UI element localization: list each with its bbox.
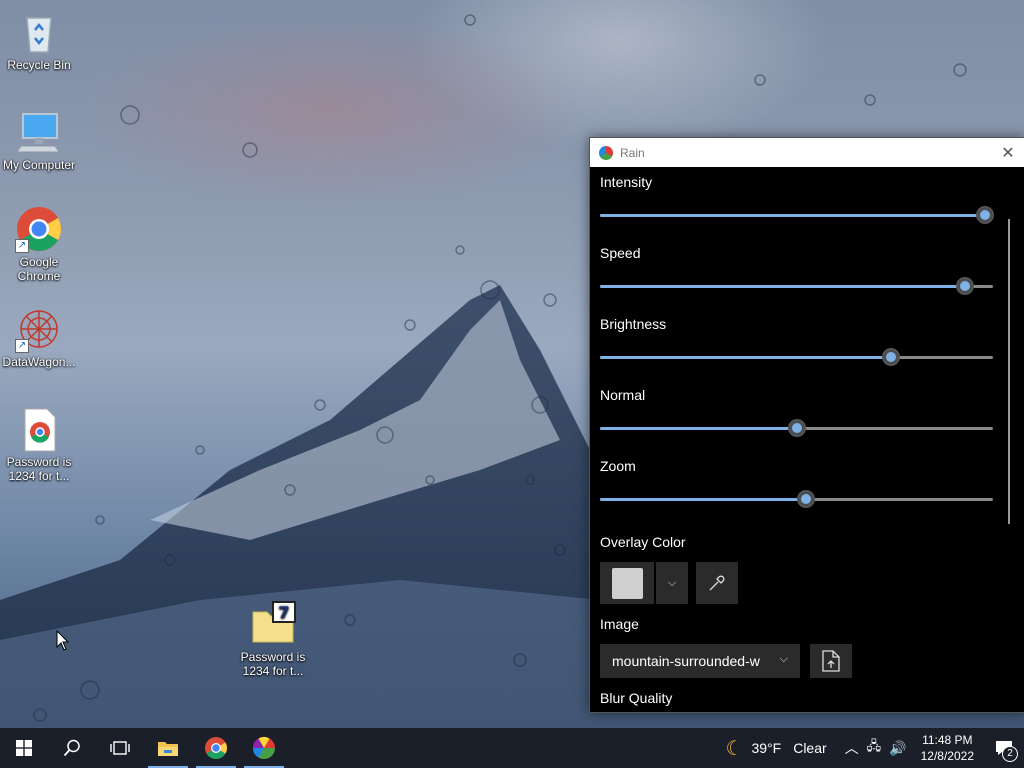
slider-label: Speed — [600, 245, 641, 261]
mouse-cursor-icon — [56, 630, 70, 651]
slider-fill — [600, 356, 891, 359]
slider-thumb[interactable] — [976, 206, 994, 224]
file-upload-icon — [822, 650, 840, 672]
desktop-icon-password-7z[interactable]: 7 Password is 1234 for t... — [235, 600, 311, 678]
image-select[interactable]: mountain-surrounded-w ⌵ — [600, 644, 800, 678]
image-select-value: mountain-surrounded-w — [612, 653, 760, 669]
clock-time: 11:48 PM — [922, 733, 973, 747]
desktop-icon-label: Recycle Bin — [7, 58, 71, 72]
recycle-bin-icon — [15, 8, 63, 56]
computer-icon — [15, 108, 63, 156]
clock-date: 12/8/2022 — [920, 749, 974, 763]
weather-widget[interactable]: ☾ 39°F Clear — [712, 736, 841, 761]
system-tray: ☾ 39°F Clear ︿ 🖧 🔊 11:48 PM 12/8/2022 2 — [712, 728, 1024, 768]
close-icon: ✕ — [1001, 144, 1015, 162]
window-titlebar[interactable]: Rain ✕ — [590, 138, 1024, 167]
intensity-slider[interactable] — [600, 194, 1024, 245]
notifications-button[interactable]: 2 — [984, 728, 1024, 768]
desktop-icon-google-chrome[interactable]: ↗ Google Chrome — [1, 205, 77, 283]
blur-quality-label: Blur Quality — [600, 690, 673, 706]
chevron-up-icon[interactable]: ︿ — [841, 738, 863, 758]
desktop-icon-label: My Computer — [2, 158, 76, 172]
chevron-down-icon: ⌵ — [779, 653, 788, 665]
chevron-down-icon: ⌵ — [667, 576, 677, 589]
slider-label: Brightness — [600, 316, 667, 332]
settings-panel: Intensity Speed Brightness Normal Zoom Overl… — [590, 167, 1024, 710]
slider-thumb[interactable] — [956, 277, 974, 295]
slider-fill — [600, 498, 806, 501]
desktop-icon-my-computer[interactable]: My Computer — [1, 108, 77, 172]
7zip-archive-icon: 7 — [249, 600, 297, 648]
start-icon — [16, 740, 32, 756]
overlay-color-dropdown-button[interactable]: ⌵ — [656, 562, 688, 604]
desktop-icon-label: Password is 1234 for t... — [240, 650, 306, 678]
slider-label: Zoom — [600, 458, 636, 474]
slider-label: Intensity — [600, 174, 653, 190]
slider-fill — [600, 285, 965, 288]
rain-app-icon — [253, 737, 275, 759]
clock[interactable]: 11:48 PM 12/8/2022 — [911, 732, 984, 764]
close-button[interactable]: ✕ — [992, 138, 1024, 167]
weather-temp: 39°F — [751, 740, 782, 756]
slider-fill — [600, 427, 797, 430]
volume-icon[interactable]: 🔊 — [885, 740, 910, 757]
rain-window: Rain ✕ Intensity Speed Brightness Normal Zoo… — [589, 137, 1024, 713]
desktop-icon-recycle-bin[interactable]: Recycle Bin — [1, 8, 77, 72]
chrome-html-file-icon — [15, 405, 63, 453]
network-icon[interactable]: 🖧 — [863, 737, 886, 759]
start-button[interactable] — [0, 728, 48, 768]
desktop-icon-label: Google Chrome — [17, 255, 61, 283]
desktop-icon-datawagon[interactable]: ↗ DataWagon... — [1, 305, 77, 369]
overlay-color-button[interactable] — [600, 562, 654, 604]
window-title: Rain — [620, 145, 645, 160]
overlay-color-swatch — [611, 567, 643, 599]
task-view-icon — [110, 741, 130, 755]
desktop-icon-label: DataWagon... — [2, 355, 76, 369]
slider-group-intensity: Intensity — [600, 174, 1024, 245]
speed-slider[interactable] — [600, 265, 1024, 316]
taskbar-chrome[interactable] — [192, 728, 240, 768]
notification-count-badge: 2 — [1002, 746, 1018, 762]
eyedropper-button[interactable] — [696, 562, 738, 604]
image-upload-button[interactable] — [810, 644, 852, 678]
slider-group-speed: Speed — [600, 245, 1024, 316]
svg-text:7: 7 — [278, 603, 289, 622]
search-icon — [63, 739, 80, 757]
image-label: Image — [600, 616, 639, 632]
slider-group-normal: Normal — [600, 387, 1024, 458]
zoom-slider[interactable] — [600, 478, 1024, 529]
task-view-button[interactable] — [96, 728, 144, 768]
slider-fill — [600, 214, 985, 217]
normal-slider[interactable] — [600, 407, 1024, 458]
overlay-color-label: Overlay Color — [600, 534, 686, 550]
weather-desc: Clear — [793, 740, 827, 756]
shortcut-arrow-icon: ↗ — [15, 239, 29, 253]
taskbar-rain-app[interactable] — [240, 728, 288, 768]
desktop-icon-password-html[interactable]: Password is 1234 for t... — [1, 405, 77, 483]
moon-icon: ☾ — [725, 737, 744, 760]
taskbar: ☾ 39°F Clear ︿ 🖧 🔊 11:48 PM 12/8/2022 2 — [0, 728, 1024, 768]
datawagon-icon: ↗ — [15, 305, 63, 353]
slider-label: Normal — [600, 387, 646, 403]
shortcut-arrow-icon: ↗ — [15, 339, 29, 353]
desktop-icon-label: Password is 1234 for t... — [6, 455, 72, 483]
slider-thumb[interactable] — [882, 348, 900, 366]
eyedropper-icon — [709, 575, 725, 591]
slider-thumb[interactable] — [797, 490, 815, 508]
slider-group-brightness: Brightness — [600, 316, 1024, 387]
brightness-slider[interactable] — [600, 336, 1024, 387]
file-explorer-icon — [158, 742, 178, 756]
slider-thumb[interactable] — [788, 419, 806, 437]
taskbar-file-explorer[interactable] — [144, 728, 192, 768]
chrome-icon: ↗ — [15, 205, 63, 253]
search-button[interactable] — [48, 728, 96, 768]
slider-group-zoom: Zoom — [600, 458, 1024, 529]
chrome-icon — [205, 737, 227, 759]
rain-app-icon — [599, 145, 613, 160]
